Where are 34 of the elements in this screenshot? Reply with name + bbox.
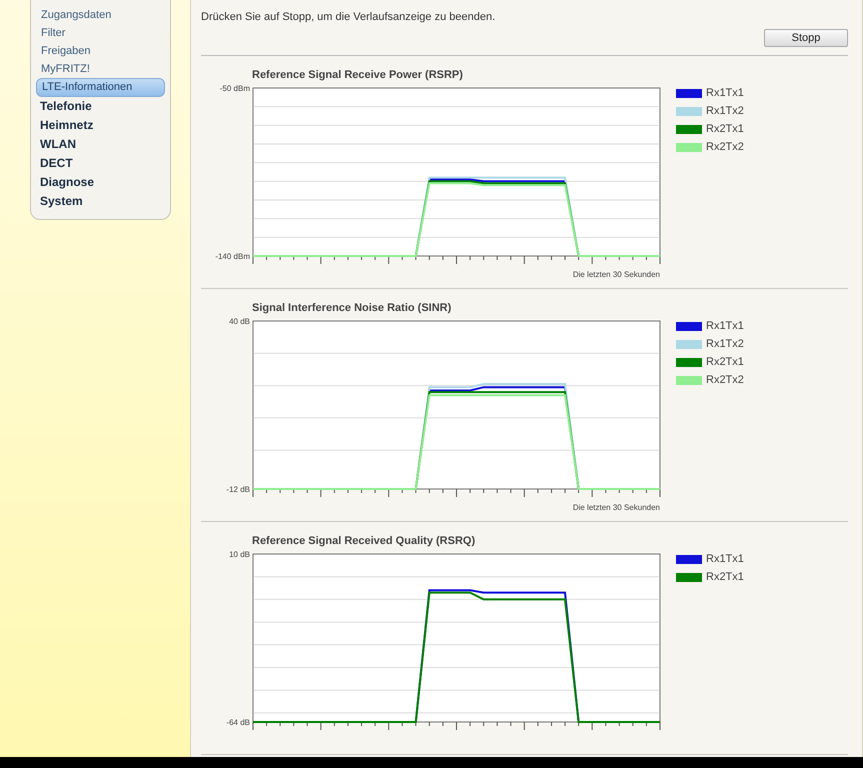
stop-button[interactable]: Stopp: [764, 29, 848, 47]
chart-title: Reference Signal Received Quality (RSRQ): [252, 534, 476, 548]
nav-subitem[interactable]: Filter: [36, 24, 165, 42]
nav-item[interactable]: Diagnose: [36, 173, 165, 192]
y-axis-label: -50 dBm: [220, 84, 250, 93]
legend-label: Rx1Tx1: [706, 320, 744, 333]
legend-label: Rx1Tx2: [706, 105, 744, 118]
x-axis-label: Die letzten 30 Sekunden: [572, 503, 660, 513]
nav-item[interactable]: DECT: [36, 154, 165, 173]
y-axis-label: 40 dB: [229, 317, 250, 326]
nav-subitem[interactable]: LTE-Informationen: [36, 78, 165, 97]
legend-label: Rx2Tx2: [706, 141, 744, 154]
legend-label: Rx1Tx1: [706, 553, 744, 566]
nav-item[interactable]: System: [36, 192, 165, 211]
nav-item[interactable]: Telefonie: [36, 97, 165, 116]
legend-label: Rx2Tx1: [706, 571, 744, 584]
legend-label: Rx2Tx1: [706, 123, 744, 136]
x-axis-label: Die letzten 30 Sekunden: [572, 270, 660, 280]
legend-label: Rx1Tx1: [706, 87, 744, 100]
legend-label: Rx2Tx1: [706, 356, 744, 369]
y-axis-label: -12 dB: [226, 485, 250, 494]
legend-label: Rx2Tx2: [706, 374, 744, 387]
y-axis-label: 10 dB: [229, 550, 250, 559]
y-axis-label: -64 dB: [226, 718, 250, 727]
nav-subitem[interactable]: Zugangsdaten: [36, 6, 165, 24]
chart-title: Signal Interference Noise Ratio (SINR): [252, 301, 452, 315]
instruction-text: Drücken Sie auf Stopp, um die Verlaufsanzeige zu beenden.: [201, 10, 496, 24]
nav-item[interactable]: WLAN: [36, 135, 165, 154]
nav-item[interactable]: Heimnetz: [36, 116, 165, 135]
legend-label: Rx1Tx2: [706, 338, 744, 351]
nav-subitem[interactable]: MyFRITZ!: [36, 60, 165, 78]
nav-subitem[interactable]: Freigaben: [36, 42, 165, 60]
y-axis-label: -140 dBm: [215, 252, 250, 261]
chart-title: Reference Signal Receive Power (RSRP): [252, 68, 463, 82]
